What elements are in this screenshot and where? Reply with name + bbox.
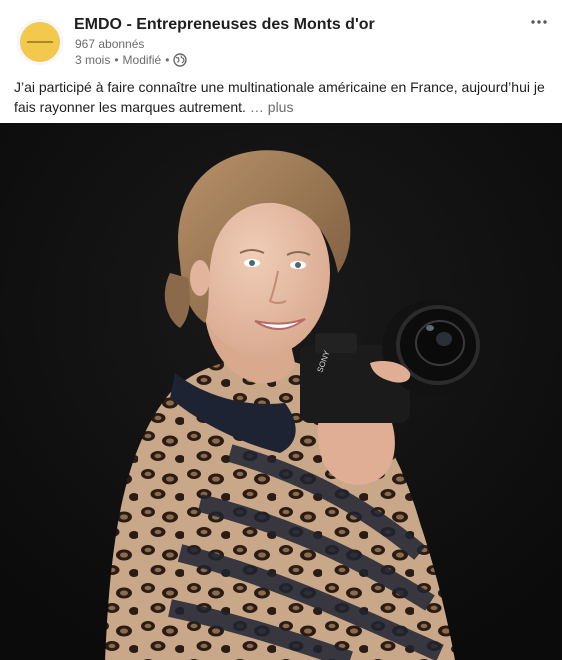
post-text: J’ai participé à faire connaître une mul… [14,77,554,117]
see-more-link[interactable]: … plus [250,99,294,115]
follower-count: 967 abonnés [75,37,145,51]
globe-icon [173,53,188,67]
linkedin-post-card: EMDO - Entrepreneuses des Monts d'or 967… [0,0,562,660]
more-horizontal-icon [531,20,547,24]
meta-separator-2: • [165,53,170,67]
meta-separator: • [114,53,119,67]
post-meta: 3 mois • Modifié • [75,53,188,67]
edited-label: Modifié [122,53,162,67]
post-image[interactable]: SONY [0,123,562,660]
post-age: 3 mois [75,53,111,67]
post-header: EMDO - Entrepreneuses des Monts d'or 967… [0,0,562,70]
org-logo[interactable] [20,22,60,62]
portrait-photo: SONY [0,123,562,660]
more-options-button[interactable] [528,14,550,30]
logo-mark-icon [25,37,55,47]
org-name[interactable]: EMDO - Entrepreneuses des Monts d'or [74,16,375,34]
